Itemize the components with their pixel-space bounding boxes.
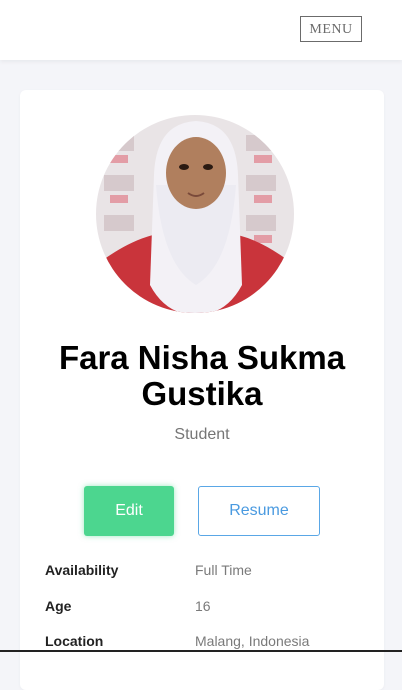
- profile-photo: [96, 115, 294, 313]
- detail-row-age: Age 16: [45, 598, 365, 618]
- detail-label: Availability: [45, 562, 119, 578]
- detail-label: Location: [45, 633, 104, 649]
- menu-button[interactable]: MENU: [300, 16, 362, 42]
- detail-row-availability: Availability Full Time: [45, 562, 365, 582]
- detail-label: Age: [45, 598, 72, 614]
- resume-button[interactable]: Resume: [198, 486, 320, 536]
- profile-name: Fara Nisha Sukma Gustika: [58, 339, 346, 412]
- edit-button[interactable]: Edit: [84, 486, 174, 536]
- detail-value: Full Time: [195, 562, 252, 578]
- detail-value: Malang, Indonesia: [195, 633, 310, 649]
- top-bar: MENU: [0, 0, 402, 60]
- detail-value: 16: [195, 598, 211, 614]
- profile-role: Student: [174, 426, 230, 443]
